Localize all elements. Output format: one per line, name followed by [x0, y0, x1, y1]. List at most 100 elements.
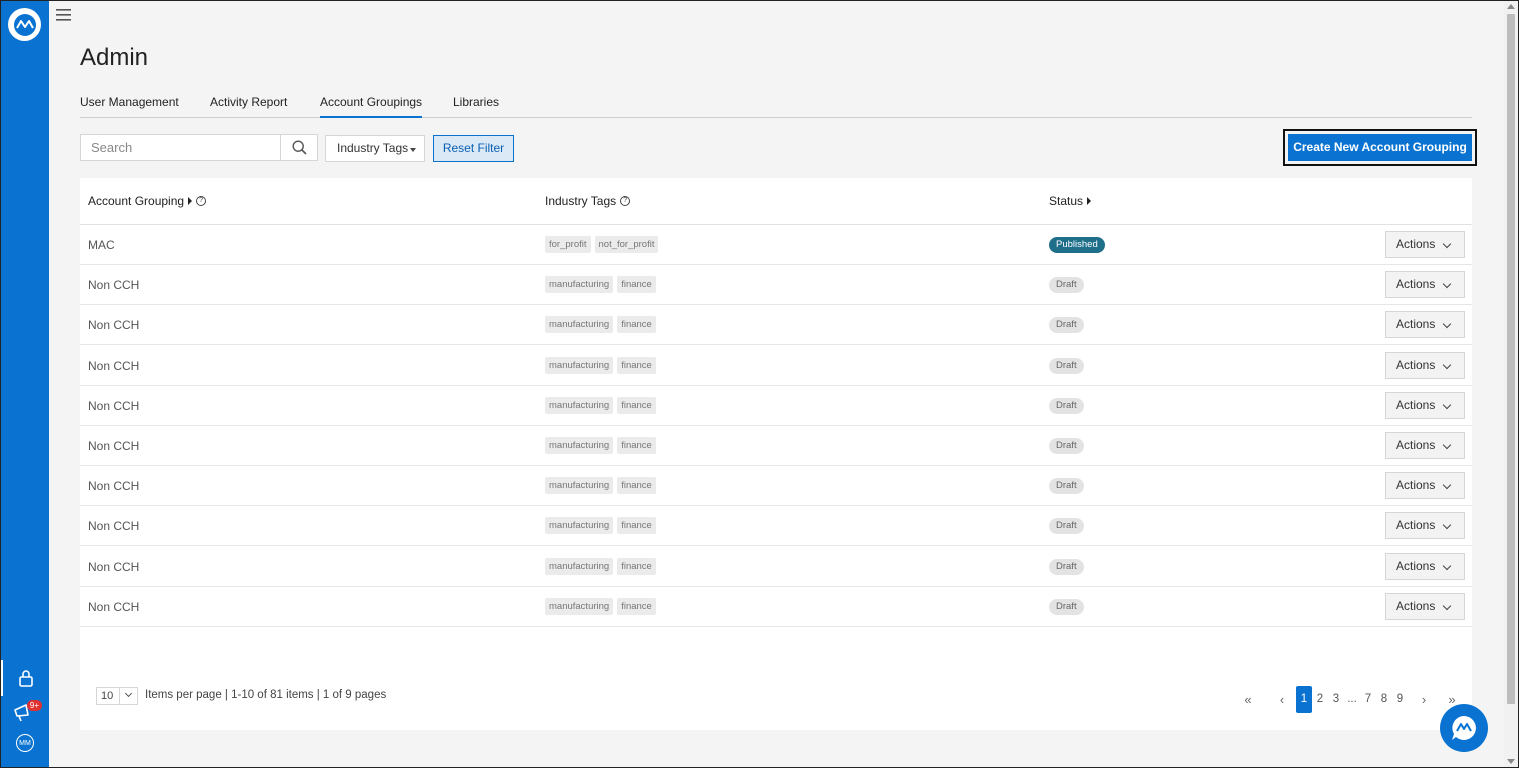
chevron-down-icon: [1442, 480, 1452, 490]
column-header-label: Industry Tags: [545, 194, 617, 208]
industry-tags-cell: manufacturing finance: [545, 477, 656, 495]
page-9[interactable]: 9: [1392, 693, 1408, 705]
industry-tags-cell: manufacturing finance: [545, 517, 656, 535]
scroll-down-arrow-icon[interactable]: [1507, 759, 1515, 764]
first-page-icon[interactable]: «: [1240, 692, 1256, 707]
actions-button[interactable]: Actions: [1385, 231, 1465, 258]
previous-page-icon[interactable]: ‹: [1274, 692, 1290, 707]
column-header-account-grouping[interactable]: Account Grouping ?: [88, 194, 207, 208]
chat-assistant-button[interactable]: [1440, 704, 1488, 752]
page-ellipsis: ...: [1347, 693, 1357, 705]
industry-tags-cell: manufacturing finance: [545, 356, 656, 374]
account-grouping-name[interactable]: Non CCH: [88, 278, 139, 292]
table-row: Non CCH manufacturing finance Draft Actions: [80, 386, 1472, 426]
account-grouping-name[interactable]: Non CCH: [88, 560, 139, 574]
tab-account-groupings[interactable]: Account Groupings: [320, 94, 423, 118]
account-grouping-name[interactable]: Non CCH: [88, 519, 139, 533]
industry-tag: finance: [617, 477, 656, 495]
page-8[interactable]: 8: [1376, 693, 1392, 705]
column-header-label: Account Grouping: [88, 194, 185, 208]
tab-activity-report[interactable]: Activity Report: [210, 94, 287, 118]
table-row: Non CCH manufacturing finance Draft Actions: [80, 547, 1472, 587]
next-page-icon[interactable]: ›: [1416, 692, 1432, 707]
search-button[interactable]: [280, 135, 317, 160]
page-3[interactable]: 3: [1328, 693, 1344, 705]
tab-user-management[interactable]: User Management: [80, 94, 179, 118]
industry-tags-cell: manufacturing finance: [545, 557, 656, 575]
status-badge: Draft: [1049, 438, 1084, 454]
items-per-page-select[interactable]: 10: [96, 687, 138, 705]
table-row: MAC for_profit not_for_profit Published Acti…: [80, 225, 1472, 265]
actions-label: Actions: [1396, 558, 1436, 573]
actions-button[interactable]: Actions: [1385, 351, 1465, 379]
table-row: Non CCH manufacturing finance Draft Actions: [80, 587, 1472, 627]
scrollbar-thumb[interactable]: [1507, 14, 1515, 704]
table-row: Non CCH manufacturing finance Draft Actions: [80, 426, 1472, 466]
status-badge: Draft: [1049, 277, 1084, 294]
scroll-up-arrow-icon[interactable]: [1507, 4, 1515, 9]
industry-tags-cell: manufacturing finance: [545, 396, 656, 414]
account-grouping-name[interactable]: Non CCH: [88, 600, 139, 614]
industry-tag: manufacturing: [545, 396, 614, 414]
chevron-down-icon: [1442, 320, 1452, 329]
actions-label: Actions: [1396, 237, 1436, 251]
account-grouping-name[interactable]: MAC: [88, 238, 115, 252]
chat-icon: [1452, 716, 1476, 740]
create-account-grouping-button[interactable]: Create New Account Grouping: [1283, 129, 1477, 166]
industry-tag: finance: [617, 356, 656, 374]
actions-button[interactable]: Actions: [1385, 271, 1465, 299]
table-row: Non CCH manufacturing finance Draft Actions: [80, 305, 1472, 346]
actions-label: Actions: [1396, 518, 1436, 533]
actions-button[interactable]: Actions: [1385, 512, 1465, 540]
search-input[interactable]: [81, 135, 280, 160]
sort-arrow-icon: [188, 197, 193, 205]
industry-tag: finance: [617, 276, 656, 294]
actions-label: Actions: [1396, 357, 1436, 372]
actions-label: Actions: [1396, 438, 1436, 452]
status-badge: Draft: [1049, 357, 1084, 374]
scrollbar[interactable]: [1504, 0, 1518, 768]
status-badge: Draft: [1049, 397, 1084, 414]
chevron-down-icon: [1442, 400, 1452, 410]
page-1[interactable]: 1: [1296, 685, 1312, 713]
actions-button[interactable]: Actions: [1385, 552, 1465, 580]
column-header-status[interactable]: Status: [1049, 194, 1092, 208]
status-badge: Published: [1049, 237, 1105, 253]
industry-tag: manufacturing: [545, 276, 614, 294]
lock-icon[interactable]: [0, 660, 49, 696]
industry-tag: finance: [617, 557, 656, 575]
page-7[interactable]: 7: [1360, 693, 1376, 705]
account-grouping-name[interactable]: Non CCH: [88, 359, 139, 373]
actions-button[interactable]: Actions: [1385, 391, 1465, 419]
actions-button[interactable]: Actions: [1385, 472, 1465, 500]
industry-tag: finance: [617, 437, 656, 454]
actions-button[interactable]: Actions: [1385, 311, 1465, 339]
chevron-down-icon: [1442, 521, 1452, 530]
chevron-down-icon: [1442, 239, 1452, 249]
status-badge: Draft: [1049, 598, 1084, 615]
hamburger-menu-icon[interactable]: [56, 8, 72, 22]
industry-tag: not_for_profit: [594, 236, 659, 253]
actions-label: Actions: [1396, 397, 1436, 412]
avatar[interactable]: MM: [16, 734, 34, 752]
actions-button[interactable]: Actions: [1385, 432, 1465, 459]
help-icon[interactable]: ?: [196, 196, 207, 206]
tab-libraries[interactable]: Libraries: [453, 94, 499, 118]
account-grouping-name[interactable]: Non CCH: [88, 399, 139, 413]
actions-label: Actions: [1396, 598, 1436, 613]
megaphone-icon[interactable]: 9+: [12, 700, 42, 724]
actions-button[interactable]: Actions: [1385, 592, 1465, 620]
pagination: « ‹ 1 2 3 ... 7 8 9 › »: [1240, 685, 1460, 713]
account-grouping-name[interactable]: Non CCH: [88, 318, 139, 332]
column-header-label: Status: [1049, 194, 1084, 208]
account-grouping-name[interactable]: Non CCH: [88, 439, 139, 453]
account-grouping-name[interactable]: Non CCH: [88, 479, 139, 493]
help-icon[interactable]: ?: [620, 196, 631, 206]
app-logo[interactable]: [8, 8, 41, 41]
table-header: Account Grouping ? Industry Tags ? Statu…: [80, 178, 1472, 225]
industry-tags-filter[interactable]: Industry Tags: [325, 135, 425, 162]
reset-filter-button[interactable]: Reset Filter: [433, 135, 514, 162]
industry-tags-cell: manufacturing finance: [545, 437, 656, 454]
page-2[interactable]: 2: [1312, 693, 1328, 705]
industry-tag: manufacturing: [545, 356, 614, 374]
